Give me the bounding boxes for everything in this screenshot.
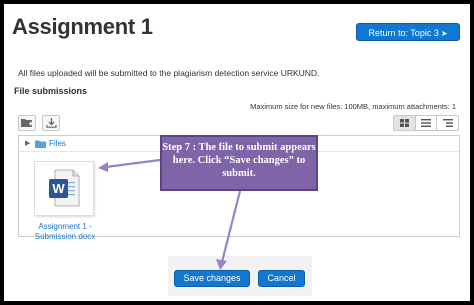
download-icon xyxy=(45,118,57,128)
return-button-label: Return to: Topic 3 xyxy=(368,28,439,38)
files-path-link[interactable]: Files xyxy=(49,139,66,148)
uploaded-file-name[interactable]: Assignment 1 - Submission.docx xyxy=(29,222,101,242)
word-document-icon: W xyxy=(49,169,80,207)
grid-icon xyxy=(399,119,409,127)
cancel-button[interactable]: Cancel xyxy=(258,270,305,287)
expand-caret-icon[interactable]: ▶ xyxy=(25,139,30,147)
instruction-callout: Step 7 : The file to submit appears here… xyxy=(160,135,318,191)
login-arrow-icon: ➤ xyxy=(440,29,448,38)
view-icons-button[interactable] xyxy=(394,116,416,130)
return-to-topic-button[interactable]: Return to: Topic 3 ➤ xyxy=(356,23,460,41)
view-list-button[interactable] xyxy=(416,116,438,130)
page-title: Assignment 1 xyxy=(12,14,153,39)
view-tree-button[interactable] xyxy=(437,116,458,130)
tree-list-icon xyxy=(442,119,453,127)
max-size-info: Maximum size for new files: 100MB, maxim… xyxy=(250,102,456,111)
plagiarism-notice: All files uploaded will be submitted to … xyxy=(18,68,320,78)
folder-add-icon xyxy=(21,119,33,127)
list-icon xyxy=(421,119,431,127)
folder-icon xyxy=(35,140,46,148)
view-mode-toggle xyxy=(393,115,459,131)
uploaded-file-thumbnail[interactable]: W xyxy=(34,161,94,216)
create-folder-button[interactable] xyxy=(18,115,36,131)
save-changes-button[interactable]: Save changes xyxy=(174,270,250,287)
page-frame: Assignment 1 Return to: Topic 3 ➤ All fil… xyxy=(4,4,470,301)
svg-text:W: W xyxy=(52,181,65,196)
file-submissions-heading: File submissions xyxy=(14,86,88,96)
download-button[interactable] xyxy=(42,115,60,131)
